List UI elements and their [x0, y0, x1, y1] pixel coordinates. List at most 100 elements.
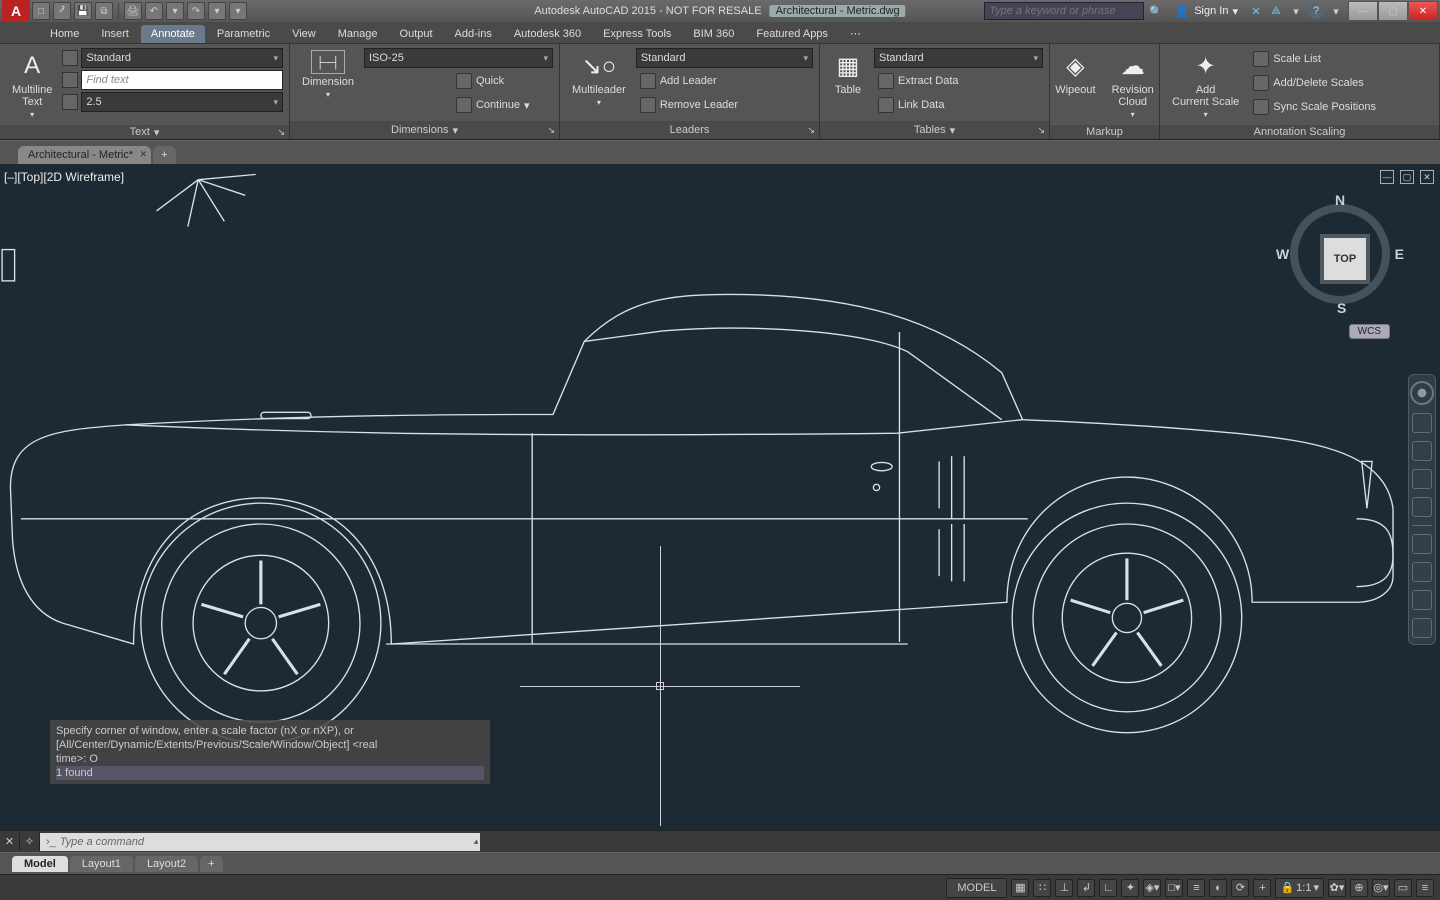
spellcheck-icon[interactable] [62, 50, 78, 66]
selection-cycling-icon[interactable]: ⟳ [1231, 879, 1249, 897]
panel-title-leaders[interactable]: Leaders↘ [560, 121, 819, 139]
annotation-scale-button[interactable]: 🔒 1:1 ▾ [1275, 878, 1324, 898]
multileader-button[interactable]: ↘○ Multileader ▾ [566, 48, 632, 109]
panel-title-dimensions[interactable]: Dimensions ▾↘ [290, 121, 559, 139]
lineweight-icon[interactable]: ≡ [1187, 879, 1205, 897]
add-current-scale-button[interactable]: ✦ Add Current Scale ▾ [1166, 48, 1245, 121]
extract-data-button[interactable]: Extract Data [874, 70, 1043, 92]
ribbon-tab-express-tools[interactable]: Express Tools [593, 25, 681, 43]
dim-jogged-icon[interactable] [430, 94, 450, 114]
dimension-button[interactable]: ├─┤ Dimension ▾ [296, 48, 360, 101]
add-delete-scales-button[interactable]: Add/Delete Scales [1249, 72, 1380, 94]
viewcube[interactable]: TOP N S E W [1280, 194, 1400, 314]
wipeout-button[interactable]: ◈ Wipeout [1049, 48, 1101, 98]
panel-expand-icon[interactable]: ↘ [1037, 125, 1045, 136]
add-leader-button[interactable]: Add Leader [636, 70, 813, 92]
new-document-tab[interactable]: + [153, 146, 175, 164]
close-button[interactable]: ✕ [1408, 1, 1438, 21]
dim-aligned-icon[interactable] [386, 70, 406, 90]
dim-angular-icon[interactable] [408, 70, 428, 90]
ribbon-tab-parametric[interactable]: Parametric [207, 25, 280, 43]
polar-icon[interactable]: ✦ [1121, 879, 1139, 897]
dim-radius-icon[interactable] [364, 94, 384, 114]
find-icon[interactable] [62, 72, 78, 88]
viewcube-face[interactable]: TOP [1324, 238, 1366, 280]
viewcube-west[interactable]: W [1276, 246, 1289, 262]
ribbon-tab-view[interactable]: View [282, 25, 326, 43]
clean-screen-icon[interactable]: ▭ [1394, 879, 1412, 897]
redo-drop-icon[interactable]: ▾ [208, 2, 226, 20]
infer-constraints-icon[interactable]: ⊥ [1055, 879, 1073, 897]
showmotion-icon[interactable] [1412, 497, 1432, 517]
redo-icon[interactable]: ↷ [187, 2, 205, 20]
ribbon-tab-output[interactable]: Output [390, 25, 443, 43]
app-logo[interactable]: A [2, 0, 30, 22]
nav-tool-icon[interactable] [1412, 534, 1432, 554]
search-icon[interactable]: 🔍 [1148, 3, 1164, 19]
ribbon-tab-featured-apps[interactable]: Featured Apps [746, 25, 838, 43]
multiline-text-button[interactable]: A Multiline Text ▾ [6, 48, 58, 121]
maximize-button[interactable]: ▢ [1378, 1, 1408, 21]
grid-icon[interactable]: ▦ [1011, 879, 1029, 897]
ortho-icon[interactable]: ∟ [1099, 879, 1117, 897]
panel-title-text[interactable]: Text ▾↘ [0, 125, 289, 139]
saveas-icon[interactable]: ⧉ [95, 2, 113, 20]
table-button[interactable]: ▦ Table [826, 48, 870, 98]
a360-icon[interactable]: ⟁ [1268, 3, 1284, 19]
annotation-monitor-icon[interactable]: + [1253, 879, 1271, 897]
signin-button[interactable]: 👤 Sign In ▾ [1168, 3, 1244, 19]
open-icon[interactable]: ⭷ [53, 2, 71, 20]
customization-icon[interactable]: ≡ [1416, 879, 1434, 897]
panel-title-tables[interactable]: Tables ▾↘ [820, 121, 1049, 139]
ribbon-tab-autodesk-360[interactable]: Autodesk 360 [504, 25, 591, 43]
undo-drop-icon[interactable]: ▾ [166, 2, 184, 20]
help-search-input[interactable] [984, 2, 1144, 20]
chevron-down-icon[interactable]: ▾ [1328, 3, 1344, 19]
ribbon-tab-add-ins[interactable]: Add-ins [445, 25, 502, 43]
dynamic-input-icon[interactable]: ↲ [1077, 879, 1095, 897]
scale-list-button[interactable]: Scale List [1249, 48, 1380, 70]
leader-style-dropdown[interactable]: Standard [636, 48, 813, 68]
qat-more-icon[interactable]: ▾ [229, 2, 247, 20]
help-icon[interactable]: ? [1308, 3, 1324, 19]
snap-icon[interactable]: ∷ [1033, 879, 1051, 897]
continue-dim-button[interactable]: Continue ▾ [452, 94, 534, 116]
close-tab-icon[interactable]: ✕ [140, 149, 148, 160]
ribbon-tab-home[interactable]: Home [40, 25, 89, 43]
remove-leader-button[interactable]: Remove Leader [636, 94, 813, 116]
workspace-icon[interactable]: ✿▾ [1328, 879, 1346, 897]
ribbon-tab-annotate[interactable]: Annotate [141, 25, 205, 43]
document-tab[interactable]: Architectural - Metric*✕ [18, 146, 151, 164]
text-height-icon[interactable] [62, 94, 78, 110]
dim-arc-icon[interactable] [430, 70, 450, 90]
minimize-button[interactable]: — [1348, 1, 1378, 21]
new-icon[interactable]: □ [32, 2, 50, 20]
panel-expand-icon[interactable]: ↘ [277, 127, 285, 138]
panel-expand-icon[interactable]: ↘ [807, 125, 815, 136]
dim-diameter-icon[interactable] [386, 94, 406, 114]
dim-style-dropdown[interactable]: ISO-25 [364, 48, 553, 68]
transparency-icon[interactable]: ◐ [1209, 879, 1227, 897]
steering-wheel-icon[interactable] [1410, 381, 1434, 405]
dim-linear-icon[interactable] [364, 70, 384, 90]
osnap-icon[interactable]: □▾ [1165, 879, 1183, 897]
save-icon[interactable]: 💾 [74, 2, 92, 20]
nav-tool-icon[interactable] [1412, 590, 1432, 610]
viewcube-north[interactable]: N [1335, 192, 1345, 208]
orbit-icon[interactable] [1412, 469, 1432, 489]
plot-icon[interactable]: 🖨 [124, 2, 142, 20]
isoplane-icon[interactable]: ◈▾ [1143, 879, 1161, 897]
ribbon-tab-overflow[interactable]: ⋯ [840, 24, 871, 43]
table-style-dropdown[interactable]: Standard [874, 48, 1043, 68]
ribbon-tab-insert[interactable]: Insert [91, 25, 139, 43]
text-style-dropdown[interactable]: Standard [81, 48, 283, 68]
dim-ordinate-icon[interactable] [408, 94, 428, 114]
viewcube-south[interactable]: S [1337, 300, 1346, 316]
cmdline-config-icon[interactable]: ✧ [20, 833, 40, 851]
layout-tab-layout1[interactable]: Layout1 [70, 856, 133, 872]
exchange-icon[interactable]: ✕ [1248, 3, 1264, 19]
layout-tab-layout2[interactable]: Layout2 [135, 856, 198, 872]
quick-dim-button[interactable]: Quick [452, 70, 534, 92]
viewcube-east[interactable]: E [1395, 246, 1404, 262]
text-height-dropdown[interactable]: 2.5 [81, 92, 283, 112]
